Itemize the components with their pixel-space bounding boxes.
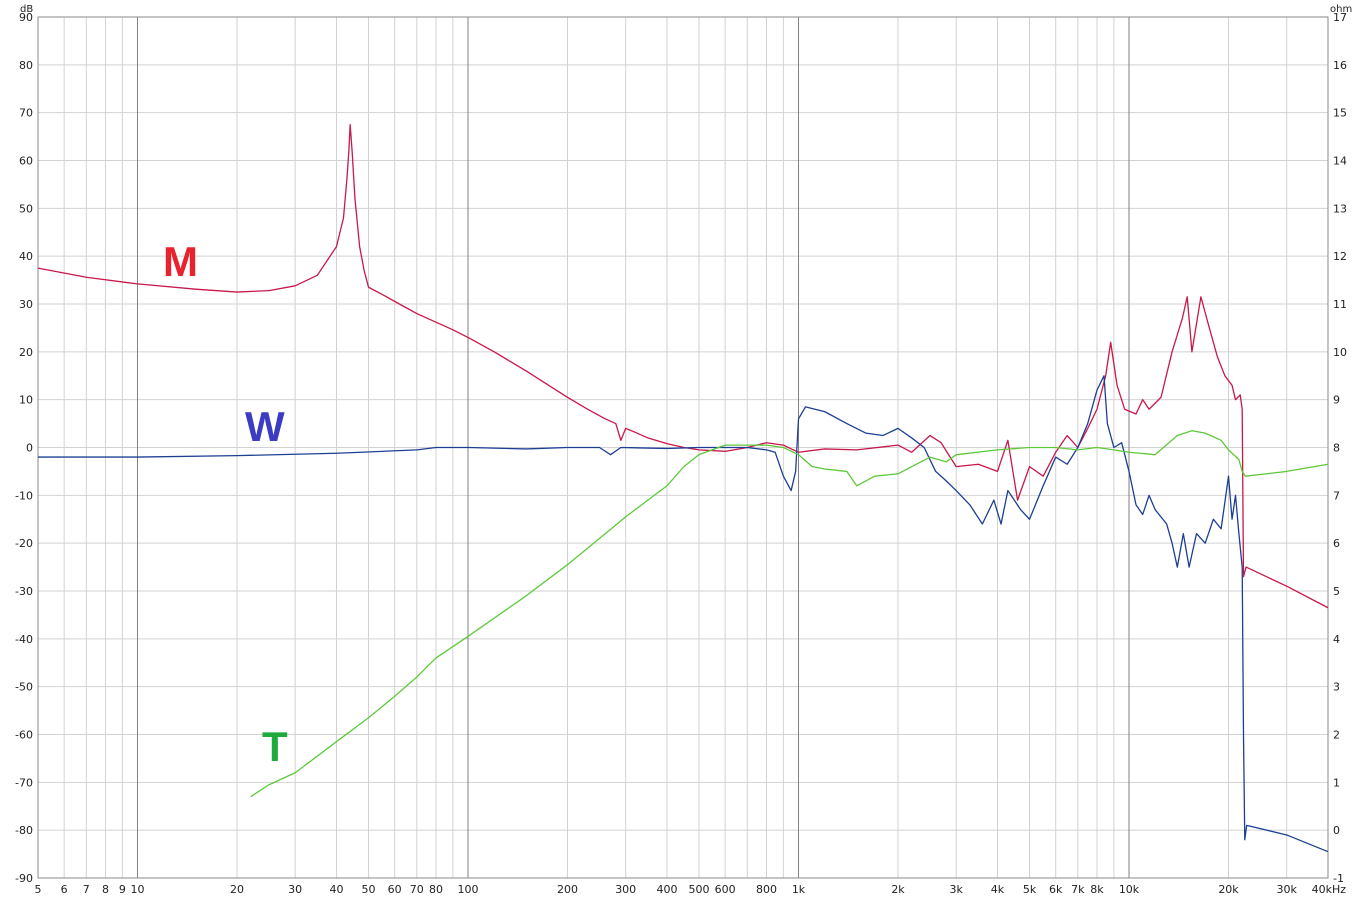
x-tick-label: 8 [102, 883, 109, 896]
y-tick-label: 60 [19, 155, 33, 168]
y-tick-label: -40 [15, 633, 33, 646]
series-label-w: W [245, 403, 285, 450]
y-tick-label: 30 [19, 298, 33, 311]
y2-tick-label: 5 [1333, 585, 1340, 598]
y2-tick-label: 4 [1333, 633, 1340, 646]
y-tick-label: 80 [19, 59, 33, 72]
x-tick-label: 3k [950, 883, 964, 896]
x-tick-label: 2k [891, 883, 905, 896]
y2-tick-label: 7 [1333, 489, 1340, 502]
y-tick-label: 10 [19, 394, 33, 407]
y2-tick-label: 10 [1333, 346, 1347, 359]
y-tick-label: -30 [15, 585, 33, 598]
x-tick-label: 200 [557, 883, 578, 896]
y-tick-label: -20 [15, 537, 33, 550]
y-tick-label: 20 [19, 346, 33, 359]
y2-tick-label: 11 [1333, 298, 1347, 311]
x-tick-label: 40 [329, 883, 343, 896]
x-tick-label: 800 [756, 883, 777, 896]
y2-tick-label: 6 [1333, 537, 1340, 550]
x-tick-label: 7k [1071, 883, 1085, 896]
x-tick-label: 30 [288, 883, 302, 896]
y2-tick-label: 16 [1333, 59, 1347, 72]
y2-tick-label: 15 [1333, 107, 1347, 120]
y-tick-label: -50 [15, 681, 33, 694]
x-tick-label: 400 [656, 883, 677, 896]
y2-tick-label: -1 [1333, 872, 1344, 885]
x-tick-label: 10 [130, 883, 144, 896]
y-tick-label: -10 [15, 489, 33, 502]
y2-tick-label: 8 [1333, 442, 1340, 455]
y-tick-label: 40 [19, 250, 33, 263]
chart-background [0, 0, 1368, 900]
x-tick-label: 70 [410, 883, 424, 896]
y-tick-label: -60 [15, 729, 33, 742]
y2-tick-label: 3 [1333, 681, 1340, 694]
x-tick-label: 50 [362, 883, 376, 896]
x-tick-label: 9 [119, 883, 126, 896]
series-label-t: T [262, 723, 288, 770]
x-tick-label: 80 [429, 883, 443, 896]
y2-tick-label: 0 [1333, 824, 1340, 837]
y-tick-label: -70 [15, 776, 33, 789]
y2-tick-label: 1 [1333, 776, 1340, 789]
x-tick-label: 6 [61, 883, 68, 896]
y2-tick-label: 14 [1333, 155, 1347, 168]
x-tick-label: 20 [230, 883, 244, 896]
x-tick-label: 20k [1218, 883, 1239, 896]
y-tick-label: 50 [19, 202, 33, 215]
x-tick-label: 60 [388, 883, 402, 896]
x-tick-label: 500 [689, 883, 710, 896]
y2-tick-label: 12 [1333, 250, 1347, 263]
y2-tick-label: 13 [1333, 202, 1347, 215]
chart: 5 6 7 8 9 10 20 30 40 50 60 70 80 100 200 300 400 500 600 8… [0, 0, 1368, 900]
x-tick-label: 5 [35, 883, 42, 896]
y-tick-label: -90 [15, 872, 33, 885]
y-tick-label: 0 [26, 442, 33, 455]
y2-tick-label: 2 [1333, 729, 1340, 742]
x-tick-label: 1k [792, 883, 806, 896]
x-tick-label: 8k [1090, 883, 1104, 896]
y2-axis-unit: ohm [1330, 4, 1352, 15]
x-tick-label: 6k [1049, 883, 1063, 896]
x-tick-label: 7 [83, 883, 90, 896]
y-tick-label: 70 [19, 107, 33, 120]
x-tick-label: 100 [458, 883, 479, 896]
x-tick-label: 30k [1277, 883, 1298, 896]
x-tick-label: 10k [1119, 883, 1140, 896]
series-label-m: M [163, 238, 198, 285]
x-tick-label: 600 [715, 883, 736, 896]
y2-tick-label: 9 [1333, 394, 1340, 407]
y-axis-unit: dB [20, 4, 33, 15]
x-tick-label: 4k [991, 883, 1005, 896]
x-tick-label: 5k [1023, 883, 1037, 896]
y-tick-label: -80 [15, 824, 33, 837]
x-tick-label: 300 [615, 883, 636, 896]
